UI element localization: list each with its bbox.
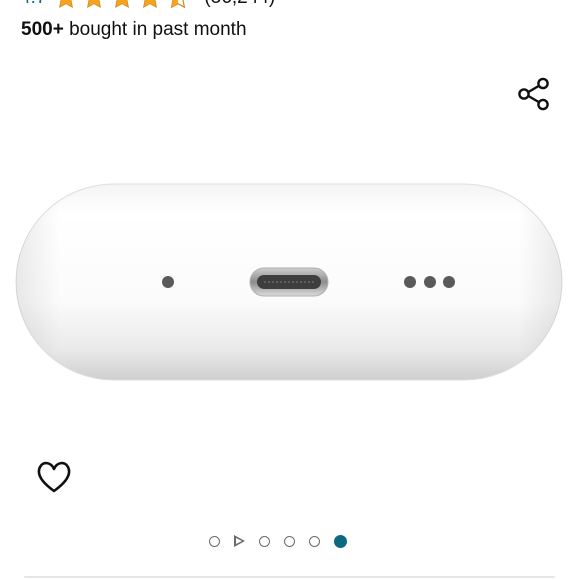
carousel-dot-active[interactable] bbox=[334, 534, 347, 548]
video-play-icon[interactable] bbox=[234, 535, 245, 547]
product-image[interactable] bbox=[14, 182, 564, 382]
star-icon bbox=[143, 0, 158, 8]
carousel-dot[interactable] bbox=[209, 535, 220, 547]
carousel-dot[interactable] bbox=[259, 535, 270, 547]
star-rating bbox=[54, 0, 190, 10]
image-carousel-indicator bbox=[209, 532, 347, 550]
share-button[interactable] bbox=[514, 75, 552, 113]
carousel-dot[interactable] bbox=[309, 535, 320, 547]
rating-value: 4.7 bbox=[20, 0, 46, 9]
heart-outline-icon bbox=[37, 461, 71, 493]
carousel-dot[interactable] bbox=[284, 535, 295, 547]
star-icon bbox=[59, 0, 74, 8]
review-count-link[interactable]: (56,244) bbox=[204, 0, 275, 9]
star-icon bbox=[87, 0, 102, 8]
rating-row[interactable]: 4.7 (56,244) bbox=[20, 0, 275, 10]
bought-count: 500+ bbox=[21, 19, 64, 40]
bought-in-past-month: 500+ bought in past month bbox=[21, 19, 247, 41]
divider bbox=[24, 576, 555, 578]
share-icon bbox=[518, 77, 549, 111]
star-icon bbox=[115, 0, 130, 8]
bought-text: bought in past month bbox=[63, 19, 247, 40]
star-half-icon bbox=[171, 0, 186, 9]
add-to-wishlist-button[interactable] bbox=[34, 458, 74, 496]
